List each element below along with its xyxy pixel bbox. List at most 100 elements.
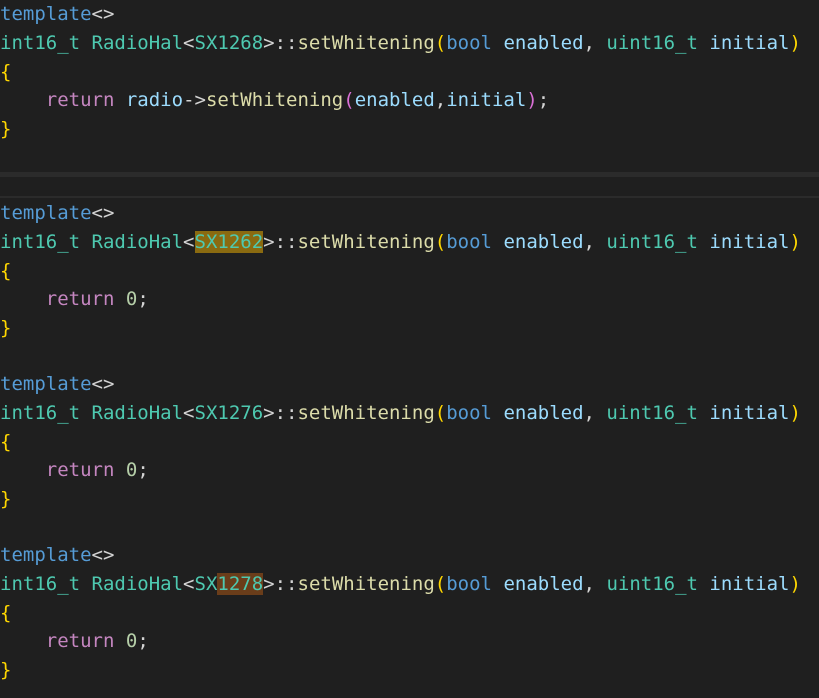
code-line[interactable]: }	[0, 115, 11, 143]
param-name: initial	[709, 231, 790, 253]
param-name: enabled	[503, 32, 584, 54]
function-name: setWhitening	[297, 402, 435, 424]
param-type: uint16_t	[606, 573, 698, 595]
brace-close: }	[0, 488, 12, 510]
angle-open: <	[183, 573, 195, 595]
param-name: initial	[709, 32, 790, 54]
code-line[interactable]: int16_t RadioHal<SX1262>::setWhitening(b…	[0, 228, 801, 256]
comma: ,	[583, 32, 595, 54]
return-type: int16_t	[0, 402, 81, 424]
code-line[interactable]: {	[0, 428, 11, 456]
code-line[interactable]: {	[0, 257, 11, 285]
code-line[interactable]: return 0;	[0, 456, 149, 484]
paren-close: )	[789, 231, 801, 253]
template-argument: SX1276	[194, 402, 264, 424]
param-name: initial	[709, 573, 790, 595]
argument: initial	[446, 89, 527, 111]
comma: ,	[583, 402, 595, 424]
return-value: 0	[125, 288, 138, 310]
code-line[interactable]: template<>	[0, 0, 114, 28]
param-name: enabled	[503, 402, 584, 424]
code-line[interactable]: return 0;	[0, 627, 149, 655]
class-name: RadioHal	[91, 573, 184, 595]
editor-pane-bottom[interactable]: template<> int16_t RadioHal<SX1262>::set…	[0, 199, 819, 698]
scope-operator: ::	[274, 402, 298, 424]
editor-pane-top[interactable]: template<> int16_t RadioHal<SX1268>::set…	[0, 0, 819, 172]
param-type: bool	[446, 573, 492, 595]
call-paren-open: (	[343, 89, 355, 111]
return-keyword: return	[45, 459, 115, 481]
split-divider[interactable]	[0, 172, 819, 177]
class-name: RadioHal	[91, 32, 184, 54]
angle-close: >	[263, 573, 275, 595]
return-keyword: return	[45, 288, 115, 310]
angle-close: >	[263, 231, 275, 253]
code-line[interactable]: int16_t RadioHal<SX1268>::setWhitening(b…	[0, 29, 801, 57]
angle-open: <	[183, 231, 195, 253]
brace-open: {	[0, 260, 12, 282]
brace-close: }	[0, 317, 12, 339]
code-line[interactable]: return radio->setWhitening(enabled,initi…	[0, 86, 549, 114]
scope-operator: ::	[274, 32, 298, 54]
semicolon: ;	[137, 630, 149, 652]
code-line[interactable]: }	[0, 485, 11, 513]
brace-close: }	[0, 118, 12, 140]
template-keyword: template	[0, 544, 92, 566]
param-type: bool	[446, 231, 492, 253]
brace-open: {	[0, 431, 12, 453]
return-keyword: return	[45, 89, 115, 111]
brace-open: {	[0, 61, 12, 83]
return-type: int16_t	[0, 573, 81, 595]
code-editor[interactable]: template<> int16_t RadioHal<SX1268>::set…	[0, 0, 819, 698]
call-function-name: setWhitening	[205, 89, 344, 111]
param-type: uint16_t	[606, 231, 698, 253]
argument: enabled	[354, 89, 435, 111]
code-line[interactable]: int16_t RadioHal<SX1276>::setWhitening(b…	[0, 399, 801, 427]
class-name: RadioHal	[91, 402, 184, 424]
scope-operator: ::	[274, 231, 298, 253]
angle-close: >	[263, 32, 275, 54]
return-value: 0	[125, 459, 138, 481]
paren-close: )	[789, 573, 801, 595]
arrow-operator: ->	[183, 89, 206, 111]
code-line[interactable]: }	[0, 314, 11, 342]
template-argument: SX	[194, 573, 218, 595]
param-name: initial	[709, 402, 790, 424]
semicolon: ;	[537, 89, 550, 111]
paren-close: )	[789, 402, 801, 424]
semicolon: ;	[137, 459, 149, 481]
semicolon: ;	[137, 288, 149, 310]
object-name: radio	[125, 89, 184, 111]
function-name: setWhitening	[297, 573, 435, 595]
template-brackets: <>	[91, 373, 115, 395]
code-line[interactable]: template<>	[0, 541, 114, 569]
scope-operator: ::	[274, 573, 298, 595]
param-type: bool	[446, 32, 492, 54]
function-name: setWhitening	[297, 32, 435, 54]
param-name: enabled	[503, 573, 584, 595]
code-line[interactable]: int16_t RadioHal<SX1278>::setWhitening(b…	[0, 570, 801, 598]
code-line[interactable]: }	[0, 656, 11, 684]
code-line[interactable]: {	[0, 58, 11, 86]
return-type: int16_t	[0, 231, 81, 253]
template-keyword: template	[0, 202, 92, 224]
paren-open: (	[434, 231, 447, 253]
paren-open: (	[434, 573, 447, 595]
code-line[interactable]: template<>	[0, 370, 114, 398]
brace-open: {	[0, 602, 12, 624]
template-brackets: <>	[91, 3, 115, 25]
selection-highlight: 1278	[217, 573, 264, 595]
return-value: 0	[125, 630, 138, 652]
angle-close: >	[263, 402, 275, 424]
return-type: int16_t	[0, 32, 81, 54]
search-match-highlight: SX1262	[194, 231, 264, 253]
angle-open: <	[183, 402, 195, 424]
brace-close: }	[0, 659, 12, 681]
comma: ,	[583, 573, 595, 595]
code-line[interactable]: template<>	[0, 199, 114, 227]
param-type: uint16_t	[606, 32, 698, 54]
code-line[interactable]: {	[0, 599, 11, 627]
code-line[interactable]: return 0;	[0, 285, 149, 313]
call-paren-close: )	[526, 89, 538, 111]
comma: ,	[583, 231, 595, 253]
